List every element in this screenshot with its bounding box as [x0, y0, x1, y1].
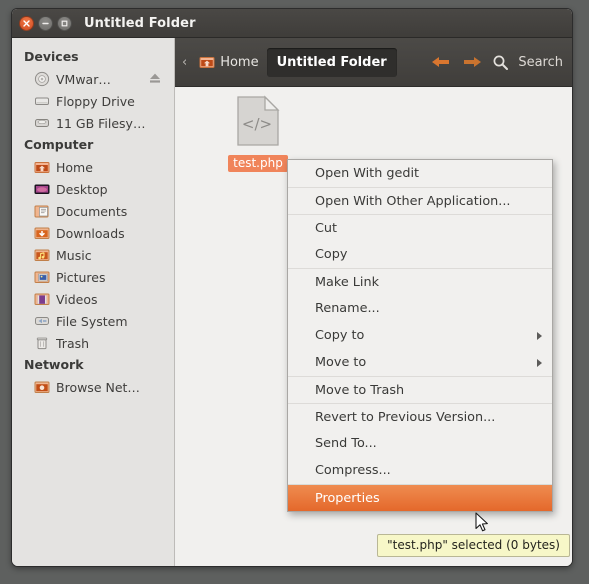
eject-icon[interactable]	[148, 71, 164, 87]
search-label[interactable]: Search	[518, 55, 563, 70]
trash-icon	[34, 335, 50, 351]
menu-item-label: Send To...	[315, 436, 377, 451]
breadcrumb-label: Untitled Folder	[276, 54, 387, 70]
sidebar-item-label: Browse Net…	[56, 379, 140, 395]
menu-item-label: Rename...	[315, 301, 380, 316]
sidebar-item-filesystem-11gb[interactable]: 11 GB Filesy…	[12, 112, 174, 134]
menu-item-make-link[interactable]: Make Link	[288, 268, 552, 295]
home-folder-icon	[199, 54, 215, 70]
file-system-icon	[34, 313, 50, 329]
hard-drive-icon	[34, 115, 50, 131]
sidebar-item-videos[interactable]: Videos	[12, 288, 174, 310]
maximize-icon[interactable]	[57, 15, 72, 31]
network-folder-icon	[34, 379, 50, 395]
close-icon[interactable]	[19, 15, 34, 31]
sidebar-item-label: Floppy Drive	[56, 93, 135, 109]
sidebar-item-label: Downloads	[56, 225, 125, 241]
sidebar-item-browse-network[interactable]: Browse Net…	[12, 376, 174, 398]
path-overflow-chevron-icon[interactable]: ‹	[182, 56, 187, 69]
desktop-icon	[34, 181, 50, 197]
svg-text:</>: </>	[242, 115, 272, 133]
breadcrumb-label: Home	[220, 54, 259, 70]
menu-item-label: Move to Trash	[315, 382, 405, 398]
context-menu[interactable]: Open With gedit Open With Other Applicat…	[287, 159, 553, 512]
breadcrumb-untitled-folder[interactable]: Untitled Folder	[266, 47, 397, 77]
minimize-icon[interactable]	[38, 15, 53, 31]
sidebar-item-label: Videos	[56, 291, 98, 307]
menu-item-label: Properties	[315, 490, 380, 506]
home-folder-icon	[34, 159, 50, 175]
window-titlebar: Untitled Folder	[12, 9, 572, 38]
sidebar-item-vmware[interactable]: VMwar…	[12, 68, 174, 90]
documents-folder-icon	[34, 203, 50, 219]
menu-item-move-to[interactable]: Move to	[288, 349, 552, 376]
menu-item-label: Copy	[315, 247, 348, 262]
sidebar-item-label: Desktop	[56, 181, 108, 197]
sidebar-item-desktop[interactable]: Desktop	[12, 178, 174, 200]
menu-item-cut[interactable]: Cut	[288, 214, 552, 241]
optical-disc-icon	[34, 71, 50, 87]
menu-item-rename[interactable]: Rename...	[288, 295, 552, 322]
pictures-folder-icon	[34, 269, 50, 285]
toolbar: ‹ Home Untitled Folder Search	[175, 38, 572, 87]
menu-item-properties[interactable]: Properties	[288, 484, 552, 511]
menu-item-open-with-other-application[interactable]: Open With Other Application...	[288, 187, 552, 214]
code-file-icon: </>	[235, 95, 281, 151]
back-arrow-icon[interactable]	[430, 54, 452, 70]
status-badge: "test.php" selected (0 bytes)	[377, 534, 570, 557]
sidebar-section-devices: Devices	[24, 49, 79, 64]
sidebar-item-pictures[interactable]: Pictures	[12, 266, 174, 288]
file-manager-window: Untitled Folder Devices VMwar… Floppy Dr…	[11, 8, 573, 567]
menu-item-label: Make Link	[315, 274, 379, 290]
sidebar[interactable]: Devices VMwar… Floppy Drive 11 GB Filesy…	[12, 38, 175, 566]
sidebar-item-file-system[interactable]: File System	[12, 310, 174, 332]
menu-item-label: Open With gedit	[315, 166, 420, 181]
submenu-arrow-icon	[537, 331, 542, 340]
search-icon[interactable]	[492, 54, 509, 71]
sidebar-item-home[interactable]: Home	[12, 156, 174, 178]
menu-item-move-to-trash[interactable]: Move to Trash	[288, 376, 552, 403]
sidebar-section-computer: Computer	[24, 137, 94, 152]
menu-item-label: Open With Other Application...	[315, 193, 511, 209]
menu-item-send-to[interactable]: Send To...	[288, 430, 552, 457]
menu-item-revert-to-previous-version[interactable]: Revert to Previous Version...	[288, 403, 552, 430]
menu-item-label: Move to	[315, 355, 367, 370]
downloads-folder-icon	[34, 225, 50, 241]
sidebar-item-label: Trash	[56, 335, 90, 351]
submenu-arrow-icon	[537, 358, 542, 367]
file-name-label: test.php	[228, 155, 288, 172]
menu-item-copy-to[interactable]: Copy to	[288, 322, 552, 349]
sidebar-item-label: Home	[56, 159, 93, 175]
menu-item-label: Compress...	[315, 463, 391, 478]
menu-item-label: Copy to	[315, 328, 365, 343]
menu-item-copy[interactable]: Copy	[288, 241, 552, 268]
floppy-drive-icon	[34, 93, 50, 109]
breadcrumb-home[interactable]: Home	[191, 49, 266, 75]
sidebar-item-label: Documents	[56, 203, 128, 219]
menu-item-open-with-gedit[interactable]: Open With gedit	[288, 160, 552, 187]
sidebar-item-label: 11 GB Filesy…	[56, 115, 146, 131]
window-controls	[19, 15, 72, 31]
videos-folder-icon	[34, 291, 50, 307]
sidebar-item-downloads[interactable]: Downloads	[12, 222, 174, 244]
toolbar-nav-group: Search	[430, 54, 572, 71]
sidebar-section-network: Network	[24, 357, 84, 372]
sidebar-item-floppy-drive[interactable]: Floppy Drive	[12, 90, 174, 112]
sidebar-item-label: Pictures	[56, 269, 106, 285]
menu-item-compress[interactable]: Compress...	[288, 457, 552, 484]
window-title: Untitled Folder	[84, 15, 196, 31]
sidebar-item-label: VMwar…	[56, 71, 111, 87]
sidebar-item-trash[interactable]: Trash	[12, 332, 174, 354]
forward-arrow-icon[interactable]	[461, 54, 483, 70]
menu-item-label: Cut	[315, 220, 338, 236]
mouse-pointer-icon	[475, 512, 491, 538]
sidebar-item-label: Music	[56, 247, 92, 263]
menu-item-label: Revert to Previous Version...	[315, 409, 496, 425]
sidebar-item-documents[interactable]: Documents	[12, 200, 174, 222]
sidebar-item-music[interactable]: Music	[12, 244, 174, 266]
sidebar-item-label: File System	[56, 313, 128, 329]
music-folder-icon	[34, 247, 50, 263]
